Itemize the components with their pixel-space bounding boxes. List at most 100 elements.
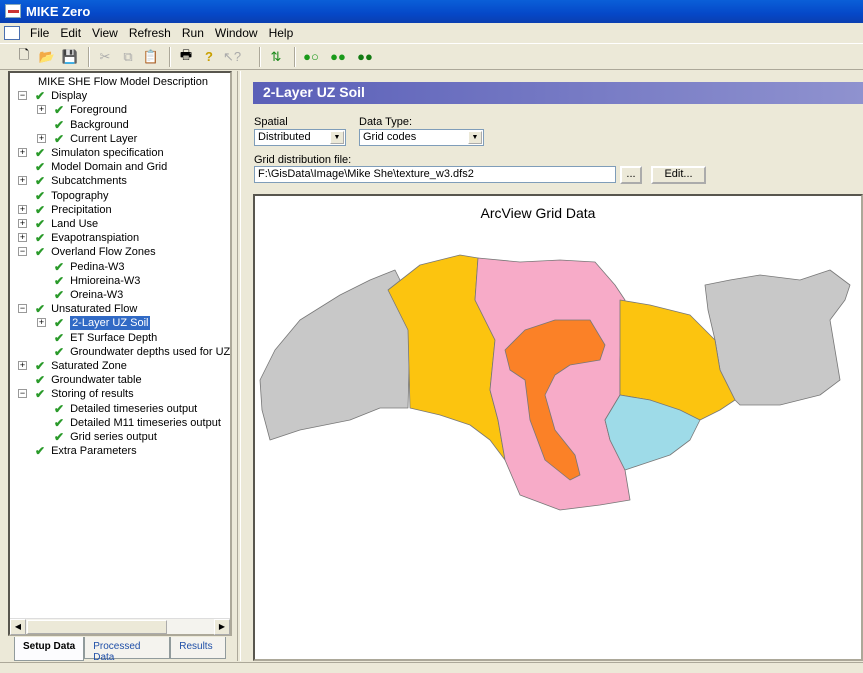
tab-processed-data[interactable]: Processed Data	[84, 637, 171, 663]
tree-item-label: Hmioreina-W3	[70, 274, 141, 287]
chevron-down-icon[interactable]: ▼	[468, 131, 482, 144]
copy-icon[interactable]: ⧉	[118, 47, 138, 67]
tree-item-label: Precipitation	[51, 203, 112, 216]
scroll-right-icon[interactable]: ▶	[214, 619, 230, 635]
tree-item[interactable]: ✔ Background	[54, 118, 129, 132]
run-icon-2[interactable]: ●●	[328, 47, 348, 67]
browse-button[interactable]: ...	[620, 166, 642, 184]
refresh-icon[interactable]: ⇅	[266, 47, 286, 67]
expand-icon[interactable]: +	[18, 176, 27, 186]
chevron-down-icon[interactable]: ▼	[330, 131, 344, 144]
check-icon: ✔	[35, 202, 46, 217]
tree-item-label: Overland Flow Zones	[51, 246, 156, 259]
tree-item[interactable]: ✔ Detailed M11 timeseries output	[54, 416, 221, 430]
check-icon: ✔	[35, 387, 46, 402]
tree-item[interactable]: + ✔ Current Layer	[37, 132, 137, 146]
run-icon-1[interactable]: ●○	[301, 47, 321, 67]
tree-item-label: Display	[51, 90, 88, 103]
check-icon: ✔	[54, 344, 65, 359]
expand-icon[interactable]: +	[37, 133, 46, 143]
expand-icon[interactable]: +	[18, 148, 27, 157]
run-icon-3[interactable]: ●●	[355, 47, 375, 67]
open-folder-icon[interactable]: 📂	[37, 47, 57, 67]
expand-icon[interactable]: +	[18, 361, 27, 370]
scroll-left-icon[interactable]: ◀	[10, 619, 26, 635]
tree-item[interactable]: ✔ ET Surface Depth	[54, 331, 157, 345]
menu-view[interactable]: View	[92, 26, 118, 40]
tree-item[interactable]: − ✔ Display	[18, 89, 88, 103]
expand-icon[interactable]: +	[18, 204, 27, 214]
menu-window[interactable]: Window	[215, 26, 258, 40]
tree-item-label: Extra Parameters	[51, 445, 137, 458]
menu-file[interactable]: File	[30, 26, 49, 40]
tree-item[interactable]: MIKE SHE Flow Model Description	[38, 75, 208, 89]
data-type-select[interactable]: Grid codes ▼	[359, 129, 484, 146]
menu-run[interactable]: Run	[182, 26, 204, 40]
context-help-icon[interactable]: ↖?	[222, 47, 242, 67]
tree-item[interactable]: + ✔ Evapotranspiation	[18, 231, 139, 246]
tree-item[interactable]: − ✔ Overland Flow Zones	[18, 245, 156, 259]
collapse-icon[interactable]: −	[18, 247, 27, 257]
title-bar: MIKE Zero	[0, 0, 863, 23]
help-icon[interactable]: ?	[199, 47, 219, 67]
tree-item[interactable]: − ✔ Unsaturated Flow	[18, 302, 137, 316]
save-icon[interactable]: 💾	[60, 47, 80, 67]
data-type-label: Data Type:	[359, 116, 412, 128]
cut-icon[interactable]: ✂	[95, 47, 115, 67]
tree-item[interactable]: ✔ Groundwater depths used for UZ	[54, 345, 230, 359]
spatial-label: Spatial	[254, 116, 288, 128]
tree-item[interactable]: + ✔ Foreground	[37, 103, 127, 117]
tree-item-label: MIKE SHE Flow Model Description	[38, 76, 208, 88]
collapse-icon[interactable]: −	[18, 389, 27, 399]
expand-icon[interactable]: +	[18, 219, 27, 228]
new-file-icon[interactable]: 🗋	[14, 47, 34, 67]
tree-item[interactable]: ✔ Extra Parameters	[35, 444, 137, 458]
tree-item[interactable]: − ✔ Storing of results	[18, 387, 134, 402]
grid-file-input[interactable]: F:\GisData\Image\Mike She\texture_w3.dfs…	[254, 166, 616, 183]
spatial-select[interactable]: Distributed ▼	[254, 129, 346, 146]
edit-button[interactable]: Edit...	[651, 166, 706, 184]
print-icon[interactable]: 🖶	[176, 47, 196, 67]
check-icon: ✔	[35, 231, 46, 246]
expand-icon[interactable]: +	[18, 233, 27, 243]
splitter[interactable]	[237, 71, 241, 661]
tree-item[interactable]: ✔ Pedina-W3	[54, 260, 124, 274]
tab-results[interactable]: Results	[170, 637, 227, 659]
menu-help[interactable]: Help	[269, 26, 294, 40]
tree-item[interactable]: ✔ Detailed timeseries output	[54, 402, 197, 416]
status-bar	[0, 662, 863, 673]
collapse-icon[interactable]: −	[18, 304, 27, 314]
app-logo-icon	[5, 4, 21, 18]
document-icon[interactable]	[4, 25, 20, 40]
tree-item-label: Land Use	[51, 218, 99, 230]
tree-item[interactable]: ✔ Hmioreina-W3	[54, 274, 140, 288]
expand-icon[interactable]: +	[37, 105, 46, 115]
paste-icon[interactable]: 📋	[141, 47, 161, 67]
expand-icon[interactable]: +	[37, 318, 46, 328]
tree-item-label: Groundwater depths used for UZ	[70, 345, 230, 358]
tab-setup-data[interactable]: Setup Data	[14, 637, 85, 661]
collapse-icon[interactable]: −	[18, 91, 27, 101]
tree-item[interactable]: ✔ Model Domain and Grid	[35, 160, 167, 174]
check-icon: ✔	[54, 316, 65, 331]
tree-item[interactable]: + ✔ Simulaton specification	[18, 146, 164, 160]
scroll-thumb[interactable]	[27, 620, 167, 634]
tree-item[interactable]: ✔ Groundwater table	[35, 373, 142, 387]
toolbar-separator	[169, 46, 171, 67]
menu-edit[interactable]: Edit	[60, 26, 81, 40]
map-view[interactable]: ArcView Grid Data	[253, 194, 863, 661]
check-icon: ✔	[35, 444, 46, 459]
tree-item[interactable]: + ✔ 2-Layer UZ Soil	[37, 315, 152, 332]
tree-item-label: Pedina-W3	[70, 260, 125, 273]
menu-refresh[interactable]: Refresh	[129, 26, 171, 40]
tree-item[interactable]: ✔ Oreina-W3	[54, 288, 123, 302]
tree-item[interactable]: + ✔ Land Use	[18, 217, 99, 231]
tree-item[interactable]: ✔ Topography	[35, 189, 109, 203]
tree-item-label: Foreground	[70, 104, 127, 117]
tree-item[interactable]: + ✔ Subcatchments	[18, 174, 127, 188]
tree-item[interactable]: ✔ Grid series output	[54, 430, 157, 444]
tree-item[interactable]: + ✔ Precipitation	[18, 202, 112, 217]
horizontal-scrollbar[interactable]: ◀ ▶	[10, 618, 230, 635]
tree-item[interactable]: + ✔ Saturated Zone	[18, 359, 127, 373]
tree-item-label: Subcatchments	[51, 175, 127, 188]
